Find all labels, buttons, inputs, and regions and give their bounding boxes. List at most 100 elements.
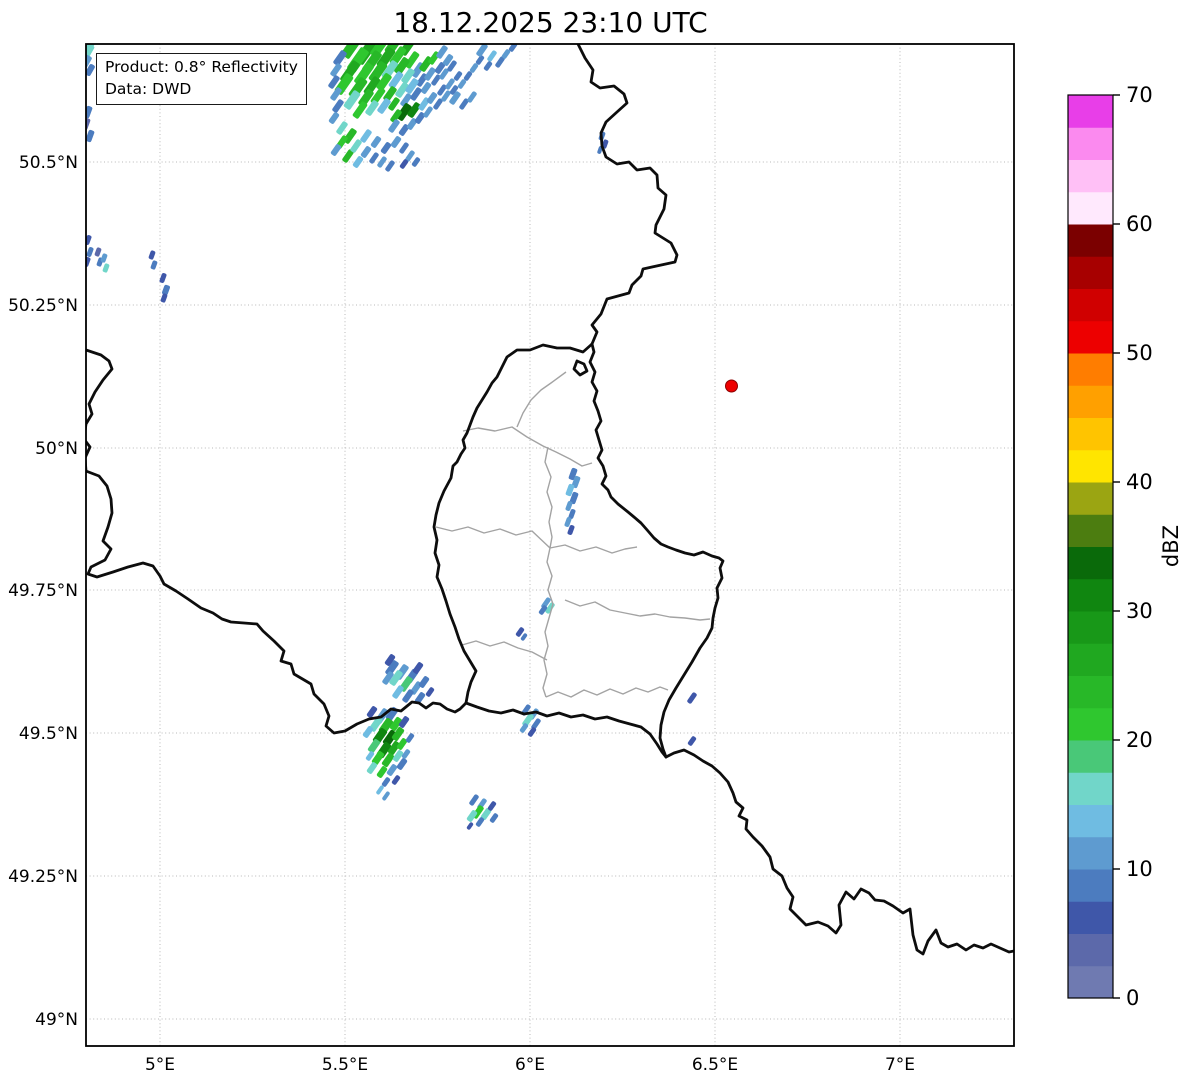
echo-cell — [376, 766, 388, 778]
colorbar-swatch — [1068, 191, 1113, 225]
echo-cell — [483, 61, 493, 71]
district-border-path — [544, 446, 553, 549]
map-canvas: 5°E 5.5°E 6°E 6.5°E 7°E 50.5°N 50.25°N 50°N 49.… — [8, 43, 1183, 1075]
echo-cell — [392, 685, 404, 699]
echo-cell — [150, 260, 158, 270]
echo-cell — [86, 105, 93, 119]
echo-cell — [380, 142, 392, 154]
echo-cell — [160, 293, 168, 303]
x-tick-label: 6°E — [515, 1055, 545, 1075]
echo-cell — [411, 157, 421, 167]
colorbar-swatch — [1068, 675, 1113, 709]
colorbar: 0 10 20 30 40 50 60 70 — [1067, 83, 1153, 1010]
country-border-path — [572, 359, 589, 377]
y-tick-label: 50.25°N — [8, 296, 78, 316]
echo-cell — [687, 692, 697, 704]
colorbar-swatch — [1068, 417, 1113, 451]
echo-cell — [489, 813, 499, 823]
echo-cell — [350, 139, 362, 153]
y-axis-labels: 50.5°N 50.25°N 50°N 49.75°N 49.5°N 49.25°N 49°… — [8, 153, 78, 1030]
echo-cell — [453, 71, 463, 81]
district-border-path — [545, 686, 669, 698]
colorbar-tick-label: 0 — [1126, 986, 1139, 1010]
x-tick-label: 5.5°E — [322, 1055, 368, 1075]
country-border-path — [464, 701, 668, 759]
product-line: Product: 0.8° Reflectivity — [105, 58, 298, 76]
data-source-line: Data: DWD — [105, 80, 192, 99]
y-tick-label: 50°N — [35, 439, 78, 459]
district-border-path — [516, 371, 567, 428]
echo-cell — [687, 736, 697, 746]
colorbar-swatch — [1068, 869, 1113, 902]
colorbar-swatch — [1068, 514, 1113, 547]
echo-cell — [148, 250, 156, 260]
echo-cell — [328, 112, 340, 124]
echo-cell — [385, 160, 395, 172]
echo-cell — [336, 121, 348, 135]
echo-cell — [352, 156, 364, 168]
district-border-path — [542, 547, 554, 698]
colorbar-swatch — [1068, 288, 1113, 322]
country-border-path — [576, 44, 679, 346]
echo-cell — [102, 263, 110, 273]
colorbar-swatch — [1068, 578, 1113, 612]
product-info-box: Product: 0.8° Reflectivity Data: DWD — [96, 53, 307, 105]
echo-cell — [330, 63, 342, 77]
colorbar-swatch — [1068, 482, 1113, 515]
colorbar-swatch — [1068, 804, 1113, 838]
echo-cell — [487, 50, 497, 62]
colorbar-swatch — [1068, 933, 1113, 967]
district-border-path — [564, 599, 711, 621]
district-border-path — [462, 426, 593, 467]
colorbar-swatch — [1068, 159, 1113, 193]
echo-cell — [382, 791, 390, 801]
colorbar-tick-label: 30 — [1126, 599, 1153, 623]
colorbar-unit-label: dBZ — [1159, 525, 1183, 567]
colorbar-swatch — [1068, 385, 1113, 418]
district-border-path — [549, 544, 638, 554]
y-tick-label: 49.75°N — [8, 581, 78, 601]
y-tick-label: 50.5°N — [19, 153, 78, 173]
x-axis-labels: 5°E 5.5°E 6°E 6.5°E 7°E — [145, 1055, 915, 1075]
colorbar-swatch — [1068, 836, 1113, 870]
colorbar-swatch — [1068, 449, 1113, 483]
y-tick-label: 49°N — [35, 1010, 78, 1030]
echo-cell — [425, 687, 435, 697]
echo-cell — [332, 99, 344, 113]
y-tick-label: 49.25°N — [8, 867, 78, 887]
echo-cell — [399, 142, 409, 154]
echo-cell — [388, 119, 400, 133]
x-tick-label: 6.5°E — [692, 1055, 738, 1075]
colorbar-swatch — [1068, 643, 1113, 676]
echo-cell — [86, 247, 94, 257]
district-border-path — [461, 640, 548, 661]
echo-cell — [370, 136, 382, 148]
echo-cell — [376, 785, 384, 795]
radar-figure: { "title": "18.12.2025 23:10 UTC", "info… — [0, 0, 1202, 1081]
radar-location-dot — [725, 379, 738, 393]
colorbar-swatch — [1068, 127, 1113, 160]
echo-cell — [466, 822, 474, 830]
country-border-path — [588, 342, 725, 759]
colorbar-swatch — [1068, 320, 1113, 354]
echo-cell — [390, 136, 402, 148]
colorbar-swatch — [1068, 901, 1113, 934]
colorbar-swatch — [1068, 611, 1113, 644]
district-border-path — [435, 526, 551, 549]
colorbar-swatch — [1068, 707, 1113, 741]
colorbar-swatch — [1068, 353, 1113, 386]
colorbar-swatch — [1068, 740, 1113, 773]
colorbar-swatch — [1068, 256, 1113, 289]
colorbar-swatch — [1068, 772, 1113, 805]
y-tick-label: 49.5°N — [19, 724, 78, 744]
echo-cell — [467, 91, 477, 103]
colorbar-tick-label: 50 — [1126, 341, 1153, 365]
echo-cell — [360, 146, 372, 158]
echo-cell — [94, 247, 102, 257]
country-border-path — [664, 748, 1014, 956]
echo-cell — [360, 129, 372, 143]
district-border-layer — [435, 371, 711, 698]
colorbar-tick-label: 10 — [1126, 857, 1153, 881]
colorbar-tick-label: 40 — [1126, 470, 1153, 494]
echo-cell — [391, 775, 401, 785]
